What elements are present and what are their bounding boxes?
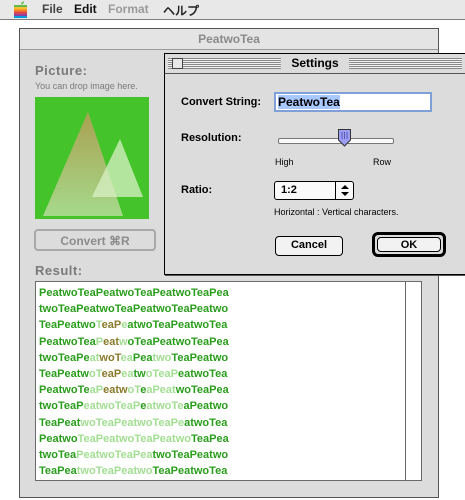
picture-hint: You can drop image here. [35, 81, 138, 91]
resolution-low-label: Row [373, 157, 392, 167]
result-line: twoTeaPeatwoTeaPeatwoTeaPeatwo [39, 303, 229, 316]
convert-button[interactable]: Convert ⌘R [34, 229, 156, 251]
resolution-high-label: High [275, 157, 294, 167]
result-line: twoTeaPeatwoTeaPeatwoTeaPeatwo [39, 448, 229, 461]
ratio-hint: Horizontal : Vertical characters. [274, 207, 399, 217]
close-box-icon[interactable] [172, 58, 183, 69]
convert-string-value: PeatwoTea [278, 95, 340, 109]
up-down-arrows-icon [335, 182, 349, 199]
menu-format[interactable]: Format [108, 2, 149, 16]
settings-title-bar[interactable]: Settings [165, 54, 465, 74]
result-label: Result: [35, 263, 83, 278]
menu-file[interactable]: File [42, 2, 63, 16]
picture-drop-zone[interactable] [35, 97, 149, 219]
menu-bar: File Edit Format ヘルプ [0, 0, 465, 20]
apple-menu-icon[interactable] [12, 1, 29, 18]
result-line: TeaPeatwoTeaPeatwoTeaPeatwoTea [39, 367, 228, 380]
result-line: PeatwoTeaPeatwoTeaPeatwoTeaPea [39, 335, 229, 348]
result-line: PeatwoTeaPeatwoTeaPeatwoTeaPea [39, 384, 229, 397]
ratio-label: Ratio: [181, 184, 213, 196]
ok-button-label: OK [377, 237, 441, 252]
result-lines: PeatwoTeaPeatwoTeaPeatwoTeaPea twoTeaPeat… [39, 285, 229, 479]
menu-edit[interactable]: Edit [74, 2, 97, 16]
result-line: TeaPeatwoTeaPeatwoTeaPeatwoTea [39, 465, 228, 478]
cancel-button[interactable]: Cancel [275, 236, 343, 256]
ratio-value: 1:2 [281, 184, 297, 196]
convert-string-label: Convert String: [181, 96, 262, 108]
ratio-select[interactable]: 1:2 [274, 181, 354, 200]
result-line: twoTeaPeatwoTeaPeatwoTeaPeatwo [39, 400, 229, 413]
window-title: PeatwoTea [198, 32, 260, 46]
menu-help[interactable]: ヘルプ [163, 2, 199, 19]
picture-label: Picture: [35, 63, 88, 78]
settings-dialog: Settings Convert String: PeatwoTea Resol… [164, 53, 465, 275]
triangles-image [43, 112, 143, 216]
result-line: PeatwoTeaPeatwoTeaPeatwoTeaPea [39, 432, 229, 445]
resolution-slider-track[interactable] [278, 138, 394, 144]
settings-title: Settings [281, 56, 349, 70]
resolution-slider-thumb[interactable] [337, 129, 351, 147]
result-line: twoTeaPeatwoTeaPeatwoTeaPeatwo [39, 351, 229, 364]
ok-button[interactable]: OK [372, 232, 446, 257]
resolution-label: Resolution: [181, 132, 242, 144]
result-line: TeaPeatwoTeaPeatwoTeaPeatwoTea [39, 319, 228, 332]
main-title-bar[interactable]: PeatwoTea [20, 29, 438, 50]
result-text-area[interactable]: PeatwoTeaPeatwoTeaPeatwoTeaPea twoTeaPeat… [35, 281, 422, 481]
result-line: TeaPeatwoTeaPeatwoTeaPeatwoTea [39, 416, 228, 429]
result-scrollbar[interactable] [405, 282, 421, 480]
convert-string-input[interactable]: PeatwoTea [274, 92, 432, 112]
result-line: PeatwoTeaPeatwoTeaPeatwoTeaPea [39, 287, 229, 299]
